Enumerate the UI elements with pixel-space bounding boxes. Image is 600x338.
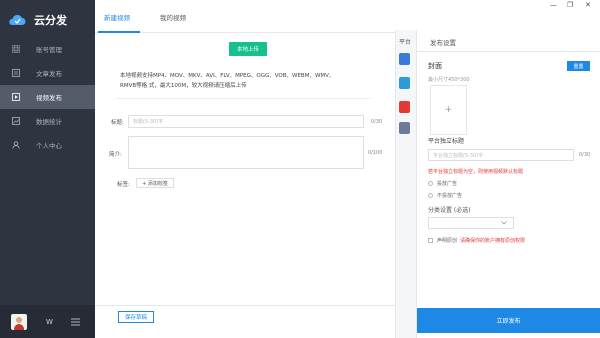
cover-title: 封面 — [428, 62, 442, 70]
sidebar-nav: 账号管理 文章发布 视频发布 数据统计 个人中心 — [0, 37, 95, 157]
declare-original-label: 声明原创 — [437, 238, 458, 244]
checkbox-icon — [428, 238, 433, 243]
radio-icon — [428, 193, 433, 198]
brand: 云分发 — [8, 10, 67, 30]
settings-title: 发布设置 — [430, 39, 456, 47]
avatar[interactable] — [11, 313, 27, 330]
platform-title-input[interactable]: 平台独立标题(5-30)字 — [428, 149, 574, 161]
maximize-icon[interactable]: ❐ — [567, 1, 573, 9]
minimize-icon[interactable]: — — [550, 1, 557, 9]
save-draft-button[interactable]: 保存草稿 — [118, 311, 154, 323]
user-name[interactable]: W — [46, 318, 53, 326]
sidebar-item-label: 账号管理 — [36, 46, 62, 54]
platform-b-icon[interactable] — [399, 77, 410, 89]
settings-divider — [417, 51, 600, 52]
close-icon[interactable]: ✕ — [585, 1, 591, 9]
reset-button[interactable]: 重置 — [567, 61, 590, 71]
tab-underline — [98, 31, 140, 33]
tags-label: 标签: — [117, 182, 130, 188]
radio-label: 不投放广告 — [437, 193, 463, 199]
platform-d-icon[interactable] — [399, 122, 410, 134]
sidebar-item-profile[interactable]: 个人中心 — [0, 133, 95, 157]
play-icon — [12, 93, 20, 101]
tab-new-video[interactable]: 新建视频 — [104, 12, 130, 22]
sidebar-item-stats[interactable]: 数据统计 — [0, 109, 95, 133]
intro-label: 简介: — [109, 152, 122, 158]
local-upload-button[interactable]: 本地上传 — [229, 42, 267, 56]
user-icon — [12, 141, 20, 149]
platform-title-label: 平台独立标题 — [428, 138, 465, 145]
platform-title-counter: 0/30 — [579, 152, 591, 158]
radio-show-ads[interactable]: 投放广告 — [428, 180, 457, 187]
category-select[interactable] — [428, 217, 514, 229]
title-counter: 0/30 — [371, 119, 383, 125]
radio-no-ads[interactable]: 不投放广告 — [428, 192, 462, 199]
upload-description: 本地视频支持MP4、MOV、MKV、AVI、FLV、MPEG、OGG、VOB、W… — [120, 71, 375, 91]
publish-settings-panel: 发布设置 封面 重置 最小尺寸450*300 + 平台独立标题 平台独立标题(5… — [417, 30, 600, 338]
main-footer: 保存草稿 — [95, 305, 395, 338]
upload-desc-line-1: 本地视频支持MP4、MOV、MKV、AVI、FLV、MPEG、OGG、VOB、W… — [120, 73, 335, 79]
platform-title: 平台 — [399, 39, 412, 46]
divider — [116, 98, 371, 99]
radio-label: 投放广告 — [437, 181, 458, 187]
add-tag-button[interactable]: + 添加标签 — [136, 178, 174, 188]
sidebar-item-video[interactable]: 视频发布 — [0, 85, 95, 109]
cover-size-hint: 最小尺寸450*300 — [428, 77, 470, 83]
sidebar-item-label: 数据统计 — [36, 118, 62, 126]
cover-upload-box[interactable]: + — [430, 85, 467, 135]
chevron-down-icon — [501, 221, 507, 225]
intro-counter: 0/100 — [368, 150, 383, 156]
document-icon — [12, 69, 20, 77]
app-name: 云分发 — [34, 14, 67, 27]
platform-a-icon[interactable] — [399, 53, 410, 65]
platform-c-icon[interactable] — [399, 101, 410, 113]
main-panel: 新建视频 我的视频 本地上传 本地视频支持MP4、MOV、MKV、AVI、FLV… — [95, 0, 395, 338]
declare-original-checkbox[interactable]: 声明原创 请确保你的账户拥有原创权限 — [428, 237, 525, 244]
title-label: 标题: — [111, 120, 124, 126]
publish-now-button[interactable]: 立即发布 — [417, 308, 600, 333]
intro-textarea[interactable] — [128, 136, 364, 169]
declare-original-warning: 请确保你的账户拥有原创权限 — [460, 238, 526, 244]
cloud-logo-icon — [9, 14, 26, 25]
sidebar: 云分发 账号管理 文章发布 视频发布 数据统计 个人中心 W — [0, 0, 95, 338]
tab-my-videos[interactable]: 我的视频 — [160, 12, 186, 22]
plus-icon: + — [444, 105, 453, 115]
sidebar-item-article[interactable]: 文章发布 — [0, 61, 95, 85]
chart-icon — [12, 117, 20, 125]
sidebar-footer: W — [0, 305, 95, 338]
upload-desc-line-2: RMVB等格 式，最大100M，较大视频请压缩后上传 — [120, 83, 247, 89]
sidebar-item-label: 文章发布 — [36, 70, 62, 78]
sidebar-item-account[interactable]: 账号管理 — [0, 37, 95, 61]
title-input[interactable]: 标题(5-30)字 — [128, 115, 364, 128]
platform-title-warning: 若平台独立标题为空，则使用视频默认标题 — [428, 169, 524, 175]
sidebar-item-label: 个人中心 — [36, 142, 62, 150]
category-label: 分类设置 (必选) — [428, 207, 471, 214]
radio-icon — [428, 181, 433, 186]
platform-column: 平台 — [395, 30, 417, 338]
grid-icon — [12, 45, 20, 53]
menu-icon[interactable] — [70, 318, 80, 326]
tab-bar: 新建视频 我的视频 — [95, 0, 395, 33]
sidebar-item-label: 视频发布 — [36, 94, 62, 102]
